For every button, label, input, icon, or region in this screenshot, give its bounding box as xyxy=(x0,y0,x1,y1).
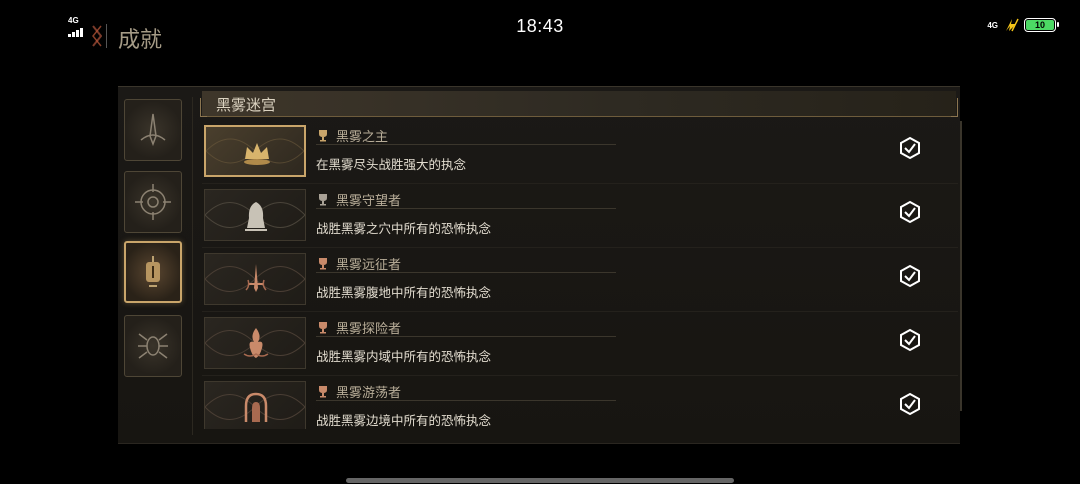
hooded-figure-icon xyxy=(245,202,267,231)
completed-badge-icon xyxy=(900,328,920,352)
achievement-thumbnail xyxy=(204,189,306,241)
sidebar-divider xyxy=(192,97,193,435)
category-tab-4[interactable] xyxy=(124,315,182,377)
completed-badge-icon xyxy=(900,264,920,288)
status-right-group: 4G 10 xyxy=(987,18,1059,32)
achievement-thumbnail xyxy=(204,317,306,369)
compass-emblem-icon xyxy=(135,184,171,220)
achievement-desc: 战胜黑雾边境中所有的恐怖执念 xyxy=(316,413,492,428)
lantern-emblem-icon xyxy=(146,256,160,287)
crown-emblem-icon xyxy=(244,143,270,165)
completed-badge-icon xyxy=(900,136,920,160)
achievement-title: 黑雾探险者 xyxy=(336,322,402,337)
achievement-title: 黑雾之主 xyxy=(336,130,389,145)
category-tab-1[interactable] xyxy=(124,99,182,161)
title-row: 黑雾守望者 xyxy=(316,189,616,209)
achievement-desc: 在黑雾尽头战胜强大的执念 xyxy=(316,157,467,172)
battery-icon: 10 xyxy=(1024,18,1059,32)
item-divider xyxy=(202,247,958,248)
charging-bolt-icon xyxy=(1006,18,1019,32)
back-logo-icon[interactable] xyxy=(92,24,102,48)
achievement-desc: 战胜黑雾内域中所有的恐怖执念 xyxy=(316,349,492,364)
list-scrollbar[interactable] xyxy=(960,121,962,411)
achievement-item[interactable]: 黑雾之主 在黑雾尽头战胜强大的执念 xyxy=(202,123,958,187)
achievement-item[interactable]: 黑雾远征者 战胜黑雾腹地中所有的恐怖执念 xyxy=(202,251,958,315)
section-title: 黑雾迷宫 xyxy=(216,96,277,114)
achievement-thumbnail xyxy=(204,381,306,429)
flame-emblem-icon xyxy=(243,328,269,358)
trophy-icon xyxy=(319,258,327,270)
achievement-title: 黑雾守望者 xyxy=(336,194,402,209)
title-row: 黑雾远征者 xyxy=(316,253,616,273)
title-row: 黑雾游荡者 xyxy=(316,381,616,401)
achievement-title: 黑雾游荡者 xyxy=(336,386,402,401)
completed-badge-icon xyxy=(900,200,920,224)
achievement-title: 黑雾远征者 xyxy=(336,258,402,273)
completed-badge-icon xyxy=(900,392,920,416)
home-indicator[interactable] xyxy=(346,478,734,483)
category-tab-3[interactable] xyxy=(124,241,182,303)
trophy-icon xyxy=(319,194,327,206)
battery-level: 10 xyxy=(1026,20,1054,30)
achievement-list: 黑雾之主 在黑雾尽头战胜强大的执念 黑雾守望者 战胜黑雾之穴中所有的恐怖执念 黑… xyxy=(202,123,958,429)
blade-emblem-icon xyxy=(140,113,166,147)
achievement-item[interactable]: 黑雾游荡者 战胜黑雾边境中所有的恐怖执念 xyxy=(202,379,958,429)
achievement-item[interactable]: 黑雾探险者 战胜黑雾内域中所有的恐怖执念 xyxy=(202,315,958,379)
achievement-thumbnail xyxy=(204,125,306,177)
network-type-right: 4G xyxy=(987,20,998,30)
item-divider xyxy=(202,183,958,184)
sword-emblem-icon xyxy=(245,264,267,292)
spider-emblem-icon xyxy=(138,333,168,359)
achievement-desc: 战胜黑雾之穴中所有的恐怖执念 xyxy=(316,221,492,236)
page-title: 成就 xyxy=(118,28,163,53)
item-divider xyxy=(202,375,958,376)
item-divider xyxy=(202,311,958,312)
achievement-panel: 黑雾迷宫 黑雾之主 在黑雾尽头战胜强大的执念 黑雾守望者 战胜黑雾之穴中所有的恐… xyxy=(118,86,962,444)
achievement-thumbnail xyxy=(204,253,306,305)
section-header: 黑雾迷宫 xyxy=(200,91,958,117)
trophy-icon xyxy=(319,322,327,334)
arch-emblem-icon xyxy=(244,392,268,422)
header-divider xyxy=(106,24,107,48)
title-row: 黑雾探险者 xyxy=(316,317,616,337)
trophy-icon xyxy=(319,130,327,142)
trophy-icon xyxy=(319,386,327,398)
achievement-item[interactable]: 黑雾守望者 战胜黑雾之穴中所有的恐怖执念 xyxy=(202,187,958,251)
category-tab-2[interactable] xyxy=(124,171,182,233)
category-sidebar xyxy=(118,87,194,443)
title-row: 黑雾之主 xyxy=(316,125,616,145)
achievement-desc: 战胜黑雾腹地中所有的恐怖执念 xyxy=(316,285,492,300)
